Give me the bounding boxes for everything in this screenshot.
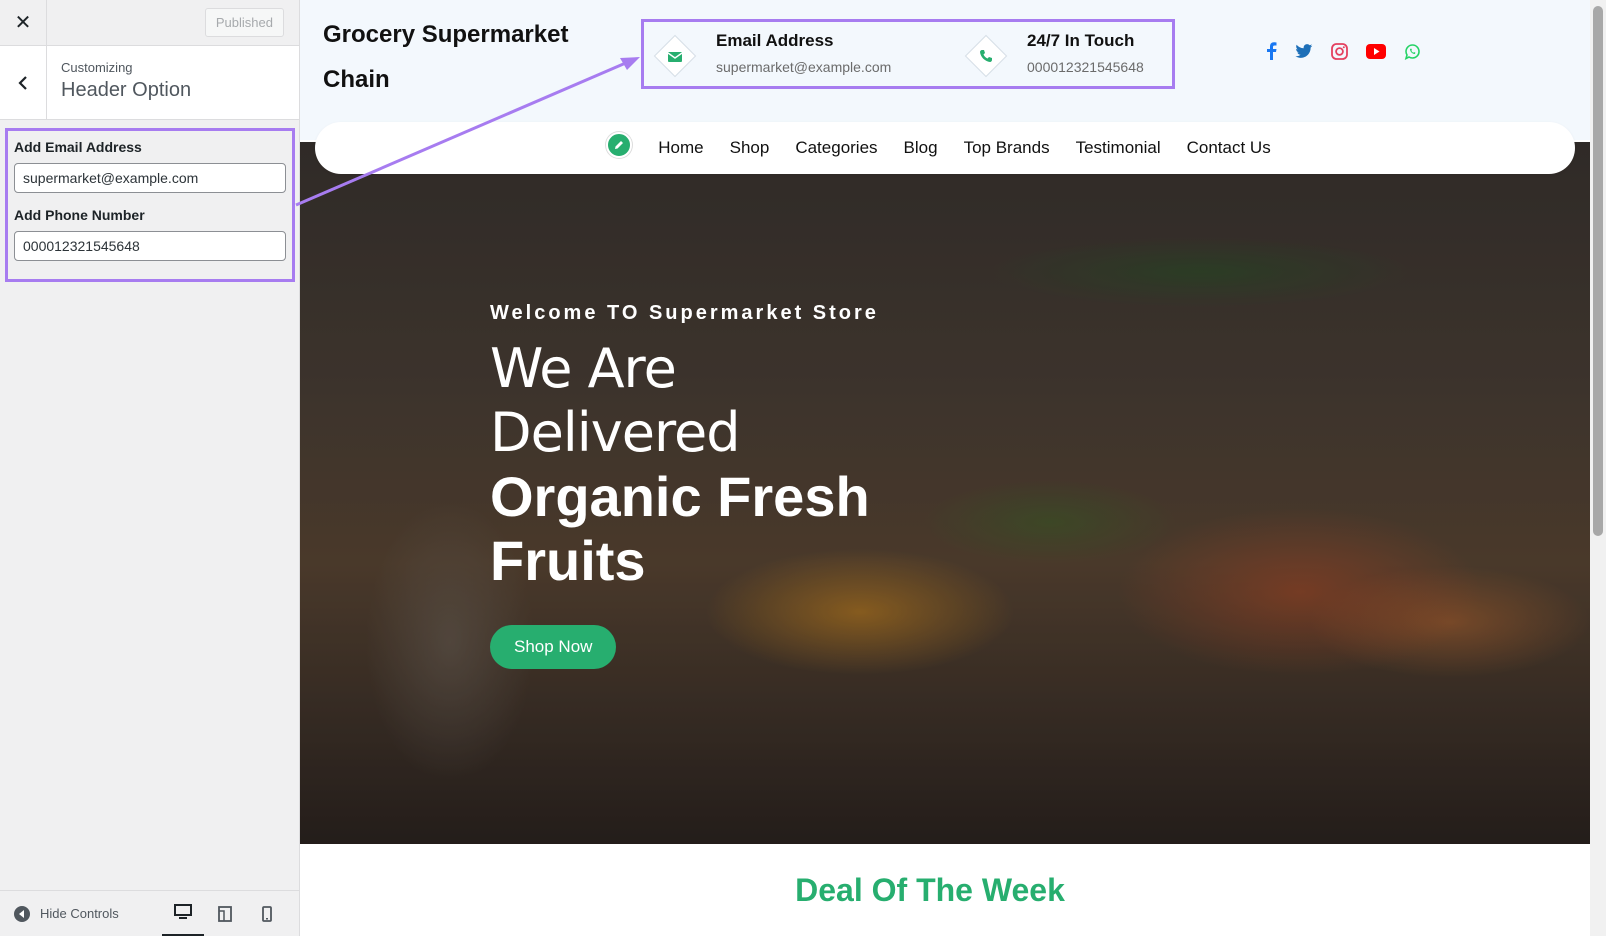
customizer-footer: Hide Controls	[0, 890, 300, 936]
email-contact-title: Email Address	[716, 31, 834, 50]
customizer-topbar: ✕ Published	[0, 0, 299, 46]
hide-controls-label: Hide Controls	[40, 906, 119, 921]
email-field[interactable]	[14, 163, 286, 193]
breadcrumb: Customizing	[61, 60, 133, 75]
youtube-icon[interactable]	[1366, 43, 1386, 59]
back-button[interactable]	[0, 46, 47, 119]
section-header: Customizing Header Option	[0, 46, 299, 120]
close-icon: ✕	[14, 12, 32, 34]
hero-line-delivered: Delivered	[490, 401, 741, 464]
facebook-icon[interactable]	[1265, 42, 1277, 60]
mobile-icon	[262, 905, 272, 922]
desktop-icon	[174, 904, 192, 919]
scrollbar[interactable]	[1590, 0, 1606, 936]
phone-contact: 24/7 In Touch 000012321545648	[961, 29, 1144, 75]
tablet-preview-button[interactable]	[204, 891, 246, 936]
published-button[interactable]: Published	[204, 8, 284, 37]
email-field-label: Add Email Address	[14, 139, 142, 155]
hero-content: Welcome TO Supermarket Store We Are Deli…	[490, 302, 879, 669]
phone-contact-title: 24/7 In Touch	[1027, 31, 1135, 50]
main-nav: Home Shop Categories Blog Top Brands Tes…	[315, 122, 1575, 174]
email-contact-value: supermarket@example.com	[716, 59, 892, 75]
edit-shortcut-icon[interactable]	[606, 132, 633, 158]
phone-field[interactable]	[14, 231, 286, 261]
desktop-preview-button[interactable]	[162, 891, 204, 936]
mobile-preview-button[interactable]	[246, 891, 288, 936]
nav-item-top-brands[interactable]: Top Brands	[964, 138, 1050, 158]
section-title: Header Option	[61, 79, 192, 101]
scrollbar-thumb[interactable]	[1593, 6, 1603, 536]
device-switcher	[162, 891, 288, 936]
instagram-icon[interactable]	[1331, 42, 1348, 60]
close-customizer-button[interactable]: ✕	[0, 0, 47, 46]
site-title[interactable]: Grocery Supermarket Chain	[323, 12, 583, 102]
shop-now-button[interactable]: Shop Now	[490, 625, 617, 669]
phone-contact-value: 000012321545648	[1027, 59, 1144, 75]
contact-info-box: Email Address supermarket@example.com 24…	[641, 19, 1175, 89]
envelope-icon	[656, 37, 694, 75]
nav-item-testimonial[interactable]: Testimonial	[1076, 138, 1161, 158]
email-contact: Email Address supermarket@example.com	[650, 29, 891, 75]
twitter-icon[interactable]	[1295, 43, 1313, 59]
header-option-fields: Add Email Address Add Phone Number	[5, 128, 295, 282]
phone-field-label: Add Phone Number	[14, 207, 145, 223]
site-preview: Grocery Supermarket Chain Email Address …	[300, 0, 1590, 936]
nav-item-contact-us[interactable]: Contact Us	[1187, 138, 1271, 158]
whatsapp-icon[interactable]	[1404, 43, 1421, 60]
hero-line-fruits: Fruits	[490, 529, 646, 592]
hero-welcome: Welcome TO Supermarket Store	[490, 302, 879, 324]
chevron-left-icon	[18, 75, 27, 90]
phone-icon	[967, 37, 1005, 75]
nav-item-shop[interactable]: Shop	[730, 138, 770, 158]
nav-item-blog[interactable]: Blog	[904, 138, 938, 158]
customizer-sidebar: ✕ Published Customizing Header Option Ad…	[0, 0, 300, 936]
nav-item-home[interactable]: Home	[658, 138, 703, 158]
tablet-icon	[218, 905, 232, 922]
hero-line-we-are: We Are	[490, 337, 677, 400]
hero-line-organic-fresh: Organic Fresh	[490, 465, 870, 528]
social-links	[1265, 42, 1421, 60]
nav-item-categories[interactable]: Categories	[795, 138, 877, 158]
site-topbar: Grocery Supermarket Chain Email Address …	[300, 0, 1590, 140]
hide-controls-button[interactable]: Hide Controls	[14, 905, 119, 922]
hero-banner: Welcome TO Supermarket Store We Are Deli…	[300, 142, 1590, 844]
collapse-icon	[14, 905, 30, 922]
deal-of-week-heading: Deal Of The Week	[795, 872, 1065, 908]
